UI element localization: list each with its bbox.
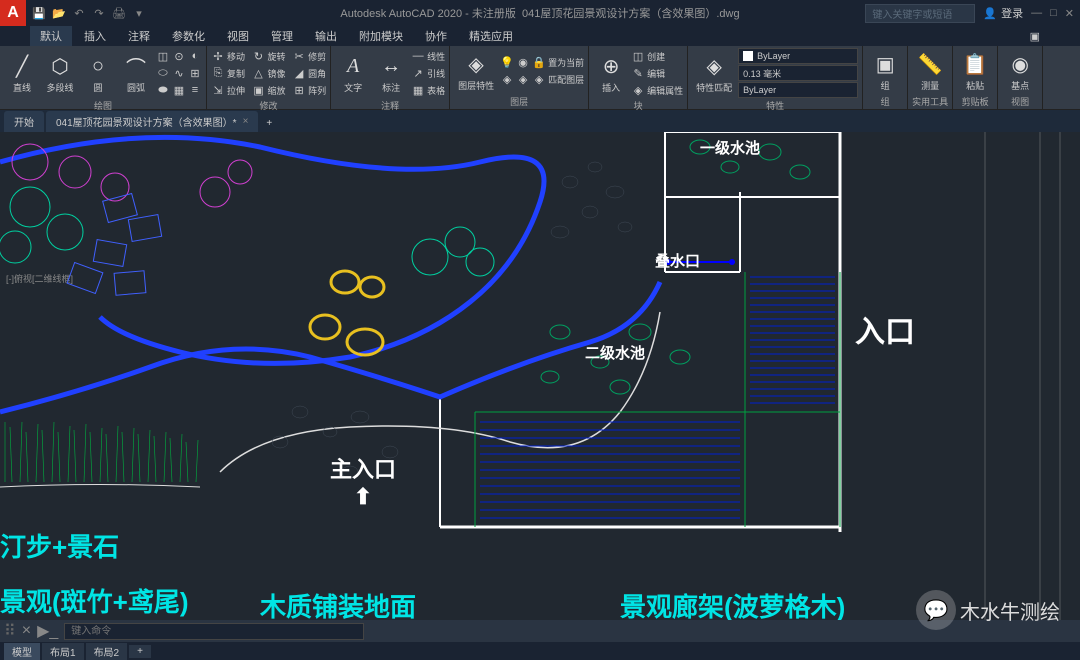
tab-collaborate[interactable]: 协作 xyxy=(415,26,457,46)
move-icon[interactable]: ✢ xyxy=(211,49,225,63)
dimension-button[interactable]: ↔标注 xyxy=(373,50,409,96)
panel-annotation: A文字 ↔标注 ―线性 ↗引线 ▦表格 注释 xyxy=(331,46,450,109)
doctab-start[interactable]: 开始 xyxy=(4,111,44,132)
tab-parametric[interactable]: 参数化 xyxy=(162,26,215,46)
title-bar: A 💾 📂 ↶ ↷ 🖨 ▾ Autodesk AutoCAD 2020 - 未注… xyxy=(0,0,1080,26)
circle-button[interactable]: ○圆 xyxy=(80,50,116,96)
label-entrance: 入口 xyxy=(855,307,915,351)
doctab-file[interactable]: 041屋顶花园景观设计方案（含效果图）*× xyxy=(46,111,258,132)
qat-redo-icon[interactable]: ↷ xyxy=(90,4,108,22)
window-title: Autodesk AutoCAD 2020 - 未注册版 041屋顶花园景观设计… xyxy=(340,5,739,21)
panel-utilities: 📏测量实用工具 xyxy=(908,46,953,109)
panel-layers: ◈图层特性 💡◉🔒置为当前 ◈◈◈匹配图层 图层 xyxy=(450,46,589,109)
linetype-dropdown[interactable]: ByLayer xyxy=(738,82,858,98)
new-tab-button[interactable]: + xyxy=(260,115,278,132)
window-close-icon[interactable]: ✕ xyxy=(1065,7,1074,20)
paste-button[interactable]: 📋粘贴 xyxy=(957,48,993,94)
command-input[interactable] xyxy=(64,623,364,640)
tab-view[interactable]: 视图 xyxy=(217,26,259,46)
panel-modify: ✢移动 ↻旋转 ✂修剪 ⎘复制 △镜像 ◢圆角 ⇲拉伸 ▣缩放 ⊞阵列 修改 xyxy=(207,46,331,109)
label-stepping: 汀步+景石 xyxy=(0,527,119,564)
rect-icon[interactable]: ◫ xyxy=(156,49,170,63)
insert-block-button[interactable]: ⊕插入 xyxy=(593,50,629,96)
panel-group: ▣组组 xyxy=(863,46,908,109)
tab-addins[interactable]: 附加模块 xyxy=(349,26,413,46)
drawing-canvas[interactable]: [-]俯视[二维线框] xyxy=(0,132,1080,620)
cmd-prompt-icon: ▶_ xyxy=(37,621,58,641)
panel-block: ⊕插入 ◫创建 ✎编辑 ◈编辑属性 块 xyxy=(589,46,688,109)
layout1-tab[interactable]: 布局1 xyxy=(42,643,84,660)
app-logo[interactable]: A xyxy=(0,0,26,26)
qat-more-icon[interactable]: ▾ xyxy=(130,4,148,22)
quick-access-toolbar: 💾 📂 ↶ ↷ 🖨 ▾ xyxy=(26,4,152,22)
tab-default[interactable]: 默认 xyxy=(30,26,72,46)
tab-manage[interactable]: 管理 xyxy=(261,26,303,46)
basepoint-button[interactable]: ◉基点 xyxy=(1002,48,1038,94)
label-pergola: 景观廊架(波萝格木) xyxy=(620,587,845,620)
qat-open-icon[interactable]: 📂 xyxy=(50,4,68,22)
measure-button[interactable]: 📏测量 xyxy=(912,48,948,94)
cmd-handle-icon[interactable]: ⠿ xyxy=(4,621,16,641)
tab-annotate[interactable]: 注释 xyxy=(118,26,160,46)
login-button[interactable]: 👤登录 xyxy=(983,5,1023,21)
match-props-button[interactable]: ◈特性匹配 xyxy=(692,50,736,96)
polyline-icon: ⬡ xyxy=(46,52,74,80)
copy-icon[interactable]: ⎘ xyxy=(211,66,225,80)
document-tabs: 开始 041屋顶花园景观设计方案（含效果图）*× + xyxy=(0,110,1080,132)
window-minimize-icon[interactable]: ― xyxy=(1031,7,1042,19)
arc-icon: ⌒ xyxy=(122,52,150,80)
ribbon: ╱直线 ⬡多段线 ○圆 ⌒圆弧 ◫⊙◐ ⬭∿⊞ ⬬▦≡ 绘图 ✢移动 ↻旋转 ✂… xyxy=(0,46,1080,110)
label-main-entrance: 主入口⬆ xyxy=(330,452,396,510)
qat-save-icon[interactable]: 💾 xyxy=(30,4,48,22)
ribbon-collapse-icon[interactable]: ▣ xyxy=(1020,28,1050,45)
line-icon: ╱ xyxy=(8,52,36,80)
tab-featured[interactable]: 精选应用 xyxy=(459,26,523,46)
group-button[interactable]: ▣组 xyxy=(867,48,903,94)
model-tab[interactable]: 模型 xyxy=(4,643,40,660)
ribbon-tabs: 默认 插入 注释 参数化 视图 管理 输出 附加模块 协作 精选应用 ▣ xyxy=(0,26,1080,46)
panel-view: ◉基点视图 xyxy=(998,46,1043,109)
close-tab-icon[interactable]: × xyxy=(243,116,249,127)
tab-insert[interactable]: 插入 xyxy=(74,26,116,46)
label-pool2: 二级水池 xyxy=(585,342,645,363)
window-maximize-icon[interactable]: □ xyxy=(1050,7,1057,19)
cad-drawing xyxy=(0,132,1080,620)
circle-icon: ○ xyxy=(84,52,112,80)
panel-clipboard: 📋粘贴剪贴板 xyxy=(953,46,998,109)
label-pool1: 一级水池 xyxy=(700,137,760,158)
tab-output[interactable]: 输出 xyxy=(305,26,347,46)
add-layout-button[interactable]: + xyxy=(129,645,151,658)
lineweight-dropdown[interactable]: 0.13 毫米 xyxy=(738,65,858,81)
arc-button[interactable]: ⌒圆弧 xyxy=(118,50,154,96)
panel-properties: ◈特性匹配 ByLayer 0.13 毫米 ByLayer 特性 xyxy=(688,46,863,109)
label-wood-paving: 木质铺装地面 xyxy=(260,587,416,620)
line-button[interactable]: ╱直线 xyxy=(4,50,40,96)
status-bar: 模型 布局1 布局2 + xyxy=(0,642,1080,660)
label-plants: 景观(斑竹+鸢尾) xyxy=(0,582,189,619)
watermark: 💬 木水牛测绘 xyxy=(916,590,1060,630)
qat-undo-icon[interactable]: ↶ xyxy=(70,4,88,22)
help-search[interactable]: 键入关键字或短语 xyxy=(865,4,975,23)
qat-plot-icon[interactable]: 🖨 xyxy=(110,4,128,22)
wechat-icon: 💬 xyxy=(916,590,956,630)
layout2-tab[interactable]: 布局2 xyxy=(86,643,128,660)
polyline-button[interactable]: ⬡多段线 xyxy=(42,50,78,96)
stretch-icon[interactable]: ⇲ xyxy=(211,83,225,97)
label-waterfall: 叠水口 xyxy=(655,250,700,271)
text-button[interactable]: A文字 xyxy=(335,50,371,96)
panel-draw: ╱直线 ⬡多段线 ○圆 ⌒圆弧 ◫⊙◐ ⬭∿⊞ ⬬▦≡ 绘图 xyxy=(0,46,207,109)
cmd-close-icon[interactable]: × xyxy=(22,622,31,640)
arrow-up-icon: ⬆ xyxy=(354,484,372,509)
layer-props-button[interactable]: ◈图层特性 xyxy=(454,48,498,94)
layer-color-dropdown[interactable]: ByLayer xyxy=(738,48,858,64)
